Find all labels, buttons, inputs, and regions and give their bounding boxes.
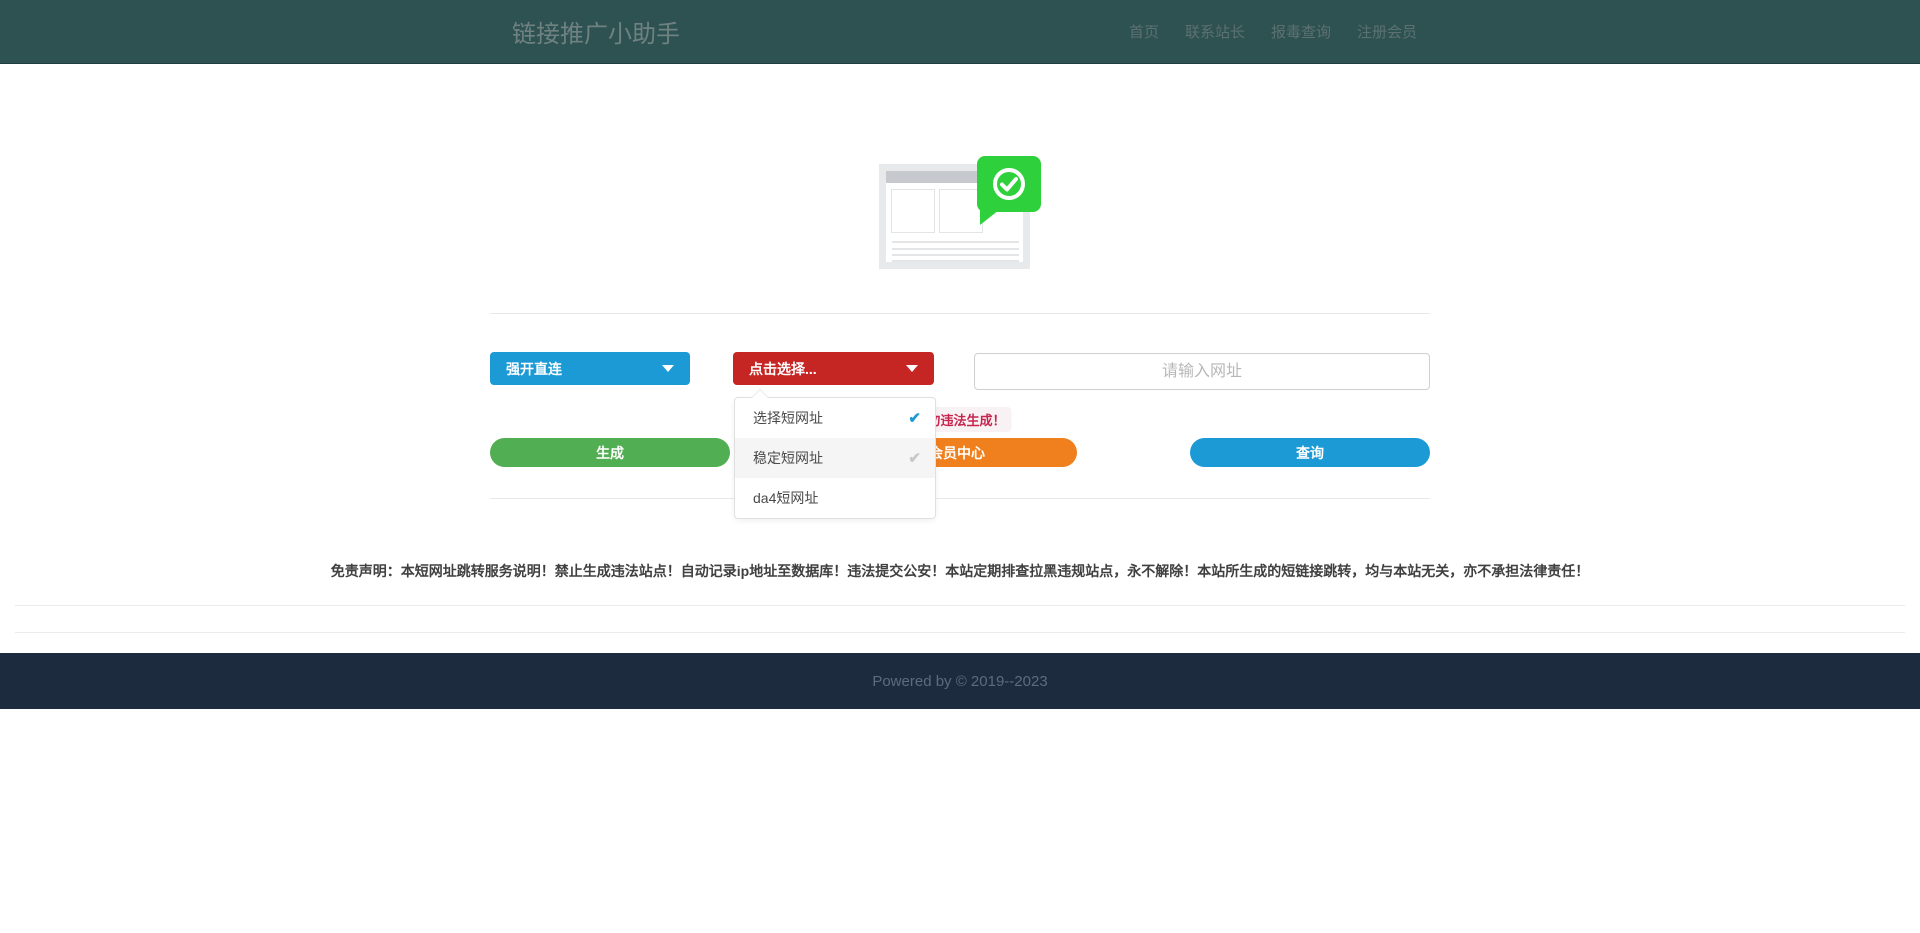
nav-links: 首页 联系站长 报毒查询 注册会员 — [1116, 21, 1430, 42]
nav-item-virus-check[interactable]: 报毒查询 — [1258, 21, 1344, 42]
dropdown-option-da4-shorturl[interactable]: da4短网址 — [735, 478, 935, 518]
check-icon: ✔ — [908, 449, 921, 467]
text-line — [892, 248, 1019, 250]
caret-down-icon — [662, 365, 674, 372]
thumbnail-box — [891, 189, 935, 233]
type-select-button[interactable]: 点击选择... — [733, 352, 934, 385]
dropdown-option-select-shorturl[interactable]: 选择短网址 ✔ — [735, 398, 935, 438]
dropdown-option-label: 选择短网址 — [753, 408, 823, 428]
text-line — [892, 260, 1019, 262]
checkmark-badge-icon — [977, 156, 1041, 212]
navbar-container: 链接推广小助手 首页 联系站长 报毒查询 注册会员 — [490, 14, 1430, 49]
divider — [15, 605, 1905, 606]
hero-illustration — [879, 156, 1041, 269]
text-line — [892, 241, 1019, 243]
url-input[interactable] — [974, 353, 1430, 390]
divider — [15, 632, 1905, 633]
query-button[interactable]: 查询 — [1190, 438, 1430, 467]
check-circle-icon — [992, 167, 1026, 201]
shortlink-form-panel: 强开直连 点击选择... 请勿违法生成！ 生成 会员中心 查询 选择短网址 ✔ … — [490, 313, 1430, 499]
dropdown-option-stable-shorturl[interactable]: 稳定短网址 ✔ — [735, 438, 935, 478]
disclaimer-text: 免责声明：本短网址跳转服务说明！禁止生成违法站点！自动记录ip地址至数据库！违法… — [0, 561, 1920, 581]
site-footer: Powered by © 2019--2023 — [0, 653, 1920, 709]
nav-item-home[interactable]: 首页 — [1116, 21, 1172, 42]
check-icon: ✔ — [908, 409, 921, 427]
brand-title[interactable]: 链接推广小助手 — [490, 14, 680, 49]
nav-item-contact[interactable]: 联系站长 — [1172, 21, 1258, 42]
nav-item-register[interactable]: 注册会员 — [1344, 21, 1430, 42]
dropdown-option-label: 稳定短网址 — [753, 448, 823, 468]
channel-select-label: 强开直连 — [506, 359, 562, 379]
caret-down-icon — [906, 365, 918, 372]
footer-copyright: Powered by © 2019--2023 — [872, 673, 1047, 690]
text-line — [892, 254, 1019, 256]
type-select-label: 点击选择... — [749, 359, 817, 379]
navbar: 链接推广小助手 首页 联系站长 报毒查询 注册会员 — [0, 0, 1920, 64]
dropdown-option-label: da4短网址 — [753, 488, 818, 508]
channel-select-button[interactable]: 强开直连 — [490, 352, 690, 385]
type-select-dropdown-menu: 选择短网址 ✔ 稳定短网址 ✔ da4短网址 — [734, 397, 936, 519]
generate-button[interactable]: 生成 — [490, 438, 730, 467]
